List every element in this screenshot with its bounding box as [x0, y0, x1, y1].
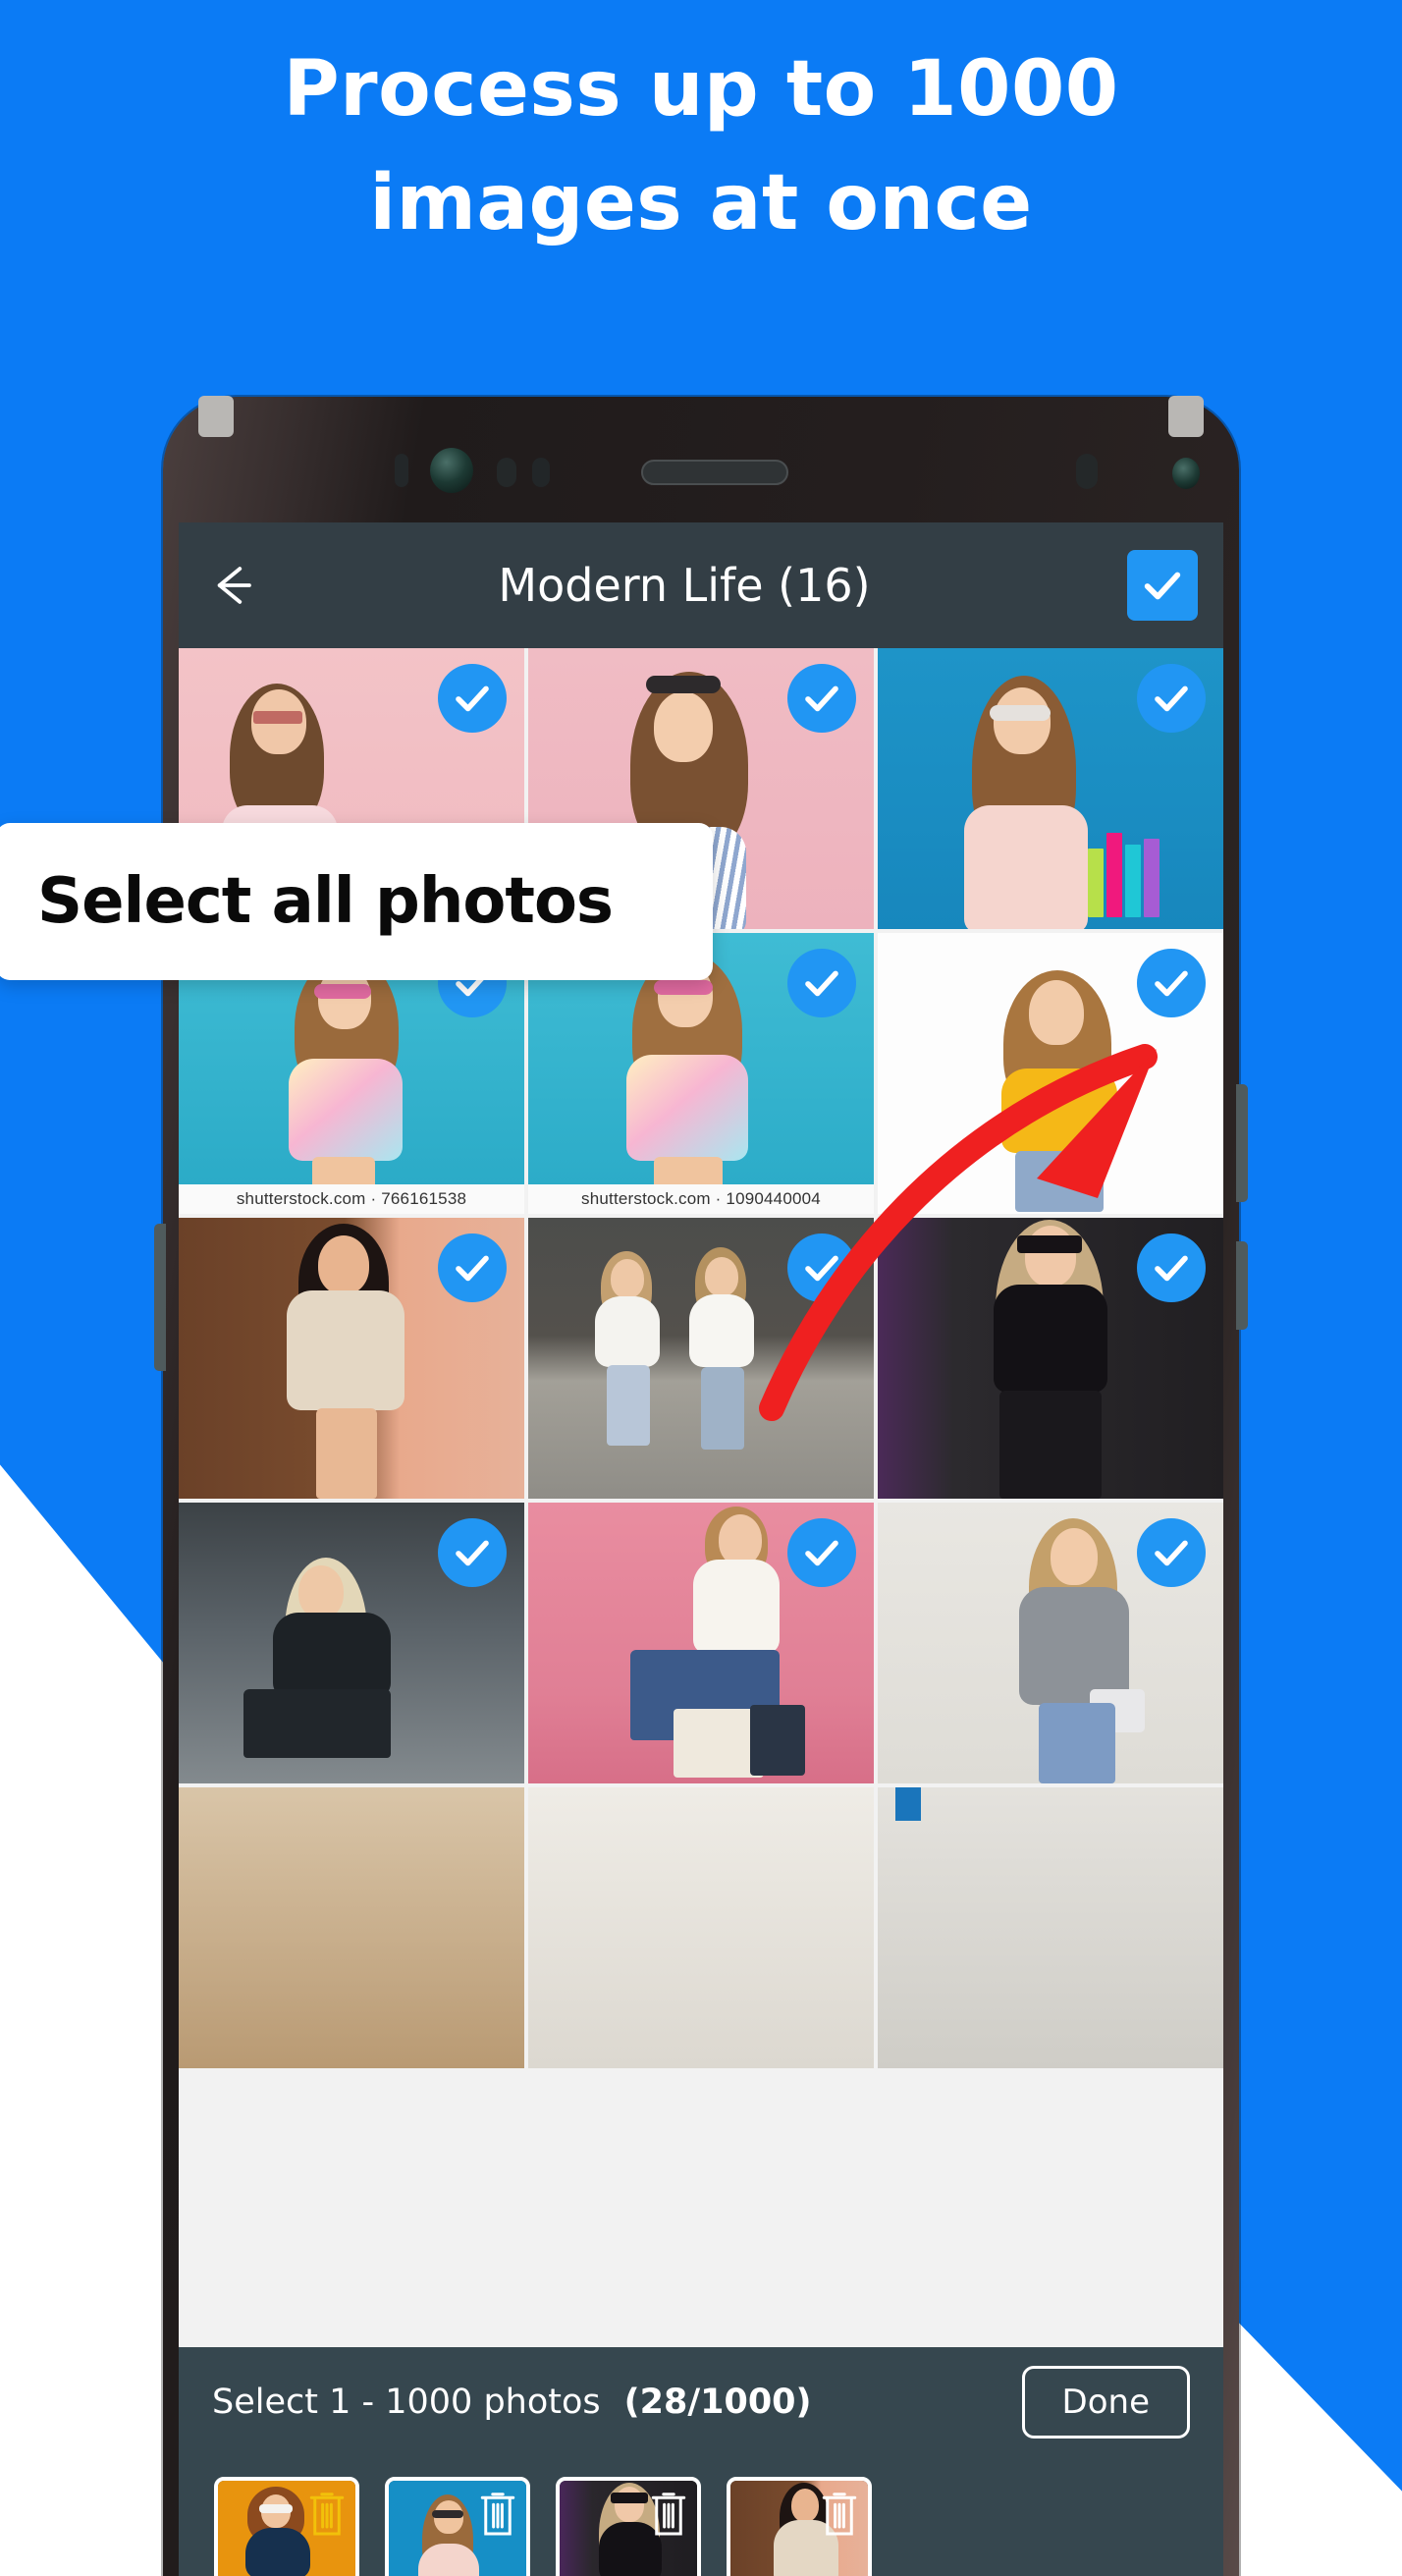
photo-selected-check[interactable] [438, 1518, 507, 1587]
photo-selected-check[interactable] [787, 1518, 856, 1587]
photo-cell[interactable] [179, 1503, 524, 1783]
selection-status-bar: Select 1 - 1000 photos (28/1000) Done [179, 2347, 1223, 2457]
photo-selected-check[interactable] [787, 949, 856, 1017]
callout-label: Select all photos [37, 865, 614, 938]
photo-selected-check[interactable] [438, 1233, 507, 1302]
headline-line-2: images at once [369, 159, 1033, 247]
photo-cell[interactable] [179, 1218, 524, 1499]
check-icon [1155, 970, 1188, 997]
photo-selected-check[interactable] [1137, 949, 1206, 1017]
assistant-button[interactable] [1236, 1241, 1248, 1330]
photo-cell[interactable] [528, 1787, 874, 2068]
page-title: Modern Life (16) [498, 559, 871, 612]
done-button[interactable]: Done [1021, 2366, 1190, 2439]
headline-line-1: Process up to 1000 [283, 45, 1119, 134]
photo-selected-check[interactable] [1137, 1233, 1206, 1302]
thumbnail-item[interactable] [556, 2477, 701, 2576]
camera-icon [1172, 458, 1200, 489]
check-icon [456, 685, 489, 712]
check-icon [456, 1540, 489, 1566]
thumbnail-item[interactable] [385, 2477, 530, 2576]
check-icon [1155, 1255, 1188, 1282]
check-icon [805, 970, 838, 997]
photo-watermark: shutterstock.com · 766161538 [179, 1184, 524, 1214]
thumbnail-item[interactable] [214, 2477, 359, 2576]
check-icon [1144, 572, 1181, 600]
phone-top-bezel [163, 397, 1239, 532]
photo-cell[interactable] [878, 1787, 1223, 2068]
photo-watermark: shutterstock.com · 1090440004 [528, 1184, 874, 1214]
check-icon [805, 1540, 838, 1566]
check-icon [805, 685, 838, 712]
camera-icon [430, 448, 473, 493]
photo-cell[interactable] [528, 1503, 874, 1783]
check-icon [456, 1255, 489, 1282]
back-arrow-icon[interactable] [204, 557, 261, 614]
sensor-icon [395, 454, 408, 487]
power-button[interactable] [1236, 1084, 1248, 1202]
photo-selected-check[interactable] [1137, 1518, 1206, 1587]
photo-selected-check[interactable] [1137, 664, 1206, 733]
photo-selected-check[interactable] [438, 664, 507, 733]
speaker-icon [641, 460, 788, 485]
trash-icon[interactable] [648, 2489, 689, 2538]
app-bar: Modern Life (16) [179, 522, 1223, 648]
photo-cell[interactable] [878, 1503, 1223, 1783]
phone-mockup: Modern Life (16) shutterstock.com · 7661… [154, 396, 1248, 2576]
trash-icon[interactable] [477, 2489, 518, 2538]
thumbnail-item[interactable] [727, 2477, 872, 2576]
photo-selected-check[interactable] [787, 1233, 856, 1302]
callout-card: Select all photos [0, 823, 713, 980]
sensor-icon [1076, 454, 1098, 489]
photo-cell[interactable] [878, 933, 1223, 1214]
selection-count: (28/1000) [623, 2383, 812, 2422]
trash-icon[interactable] [306, 2489, 348, 2538]
volume-button[interactable] [154, 1224, 166, 1371]
photo-cell[interactable] [528, 1218, 874, 1499]
trash-icon[interactable] [819, 2489, 860, 2538]
check-icon [1155, 1540, 1188, 1566]
selected-thumbnail-strip[interactable] [179, 2457, 1223, 2576]
check-icon [805, 1255, 838, 1282]
sensor-icon [497, 458, 516, 487]
select-all-checkbox[interactable] [1127, 550, 1198, 621]
photo-cell[interactable] [179, 1787, 524, 2068]
check-icon [1155, 685, 1188, 712]
photo-selected-check[interactable] [787, 664, 856, 733]
photo-badge [895, 1787, 921, 1821]
sensor-icon [532, 458, 550, 487]
photo-cell[interactable] [878, 1218, 1223, 1499]
promo-headline: Process up to 1000 images at once [0, 51, 1402, 242]
photo-cell[interactable] [878, 648, 1223, 929]
selection-range-label: Select 1 - 1000 photos [212, 2383, 601, 2422]
